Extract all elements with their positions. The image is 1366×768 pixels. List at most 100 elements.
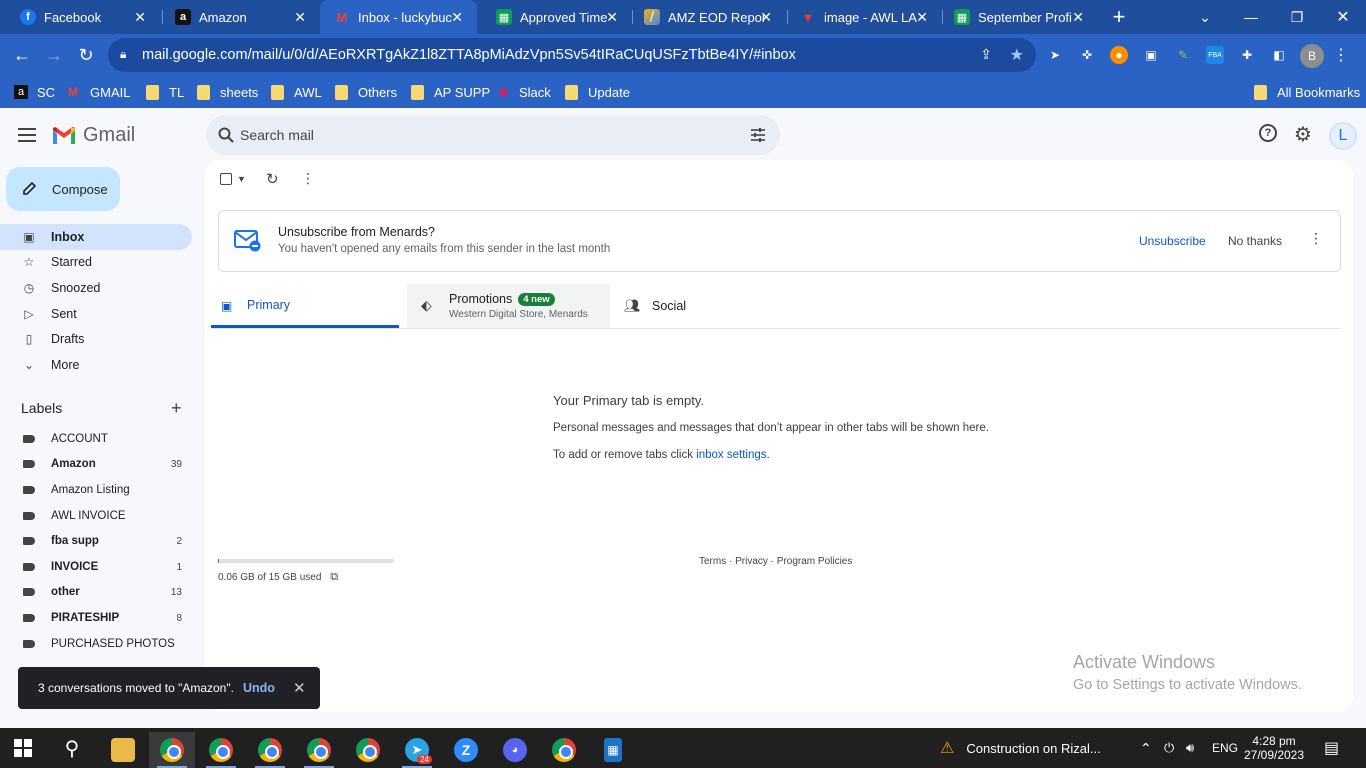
bookmark-update[interactable]: Update bbox=[565, 82, 630, 102]
reload-icon[interactable]: ↻ bbox=[73, 42, 99, 68]
restore-icon[interactable]: ❐ bbox=[1274, 0, 1320, 34]
label-item[interactable]: ACCOUNT bbox=[0, 429, 192, 449]
close-icon[interactable]: ✕ bbox=[451, 9, 463, 26]
chrome-profile-j2-icon[interactable] bbox=[296, 732, 342, 768]
footer-links[interactable]: Terms · Privacy · Program Policies bbox=[699, 556, 852, 567]
close-icon[interactable]: ✕ bbox=[294, 9, 306, 26]
nav-more[interactable]: ⌄ More bbox=[0, 352, 192, 378]
label-item[interactable]: Amazon Listing bbox=[0, 480, 192, 500]
extensions-icon[interactable]: ✚ bbox=[1238, 46, 1256, 64]
banner-more-icon[interactable]: ⋮ bbox=[1309, 230, 1323, 247]
label-item[interactable]: AWL INVOICE bbox=[0, 506, 192, 526]
tab-inbox[interactable]: M Inbox - luckybuc ✕ bbox=[320, 0, 477, 34]
tab-amz-eod[interactable]: ⧸ AMZ EOD Repor ✕ bbox=[624, 0, 786, 34]
inbox-settings-link[interactable]: inbox settings bbox=[696, 449, 766, 461]
search-input[interactable]: Search mail bbox=[240, 127, 314, 143]
chrome-profile-m-icon[interactable] bbox=[247, 732, 293, 768]
search-options-icon[interactable] bbox=[750, 127, 766, 143]
label-item[interactable]: PIRATESHIP 8 bbox=[0, 608, 192, 628]
label-item[interactable]: INVOICE 1 bbox=[0, 557, 192, 577]
windows-start-icon[interactable] bbox=[0, 728, 46, 768]
tab-september-profit[interactable]: ▦ September Profi ✕ bbox=[934, 0, 1098, 34]
close-icon[interactable]: ✕ bbox=[134, 9, 146, 26]
forward-icon[interactable]: → bbox=[41, 42, 67, 68]
minimize-icon[interactable]: — bbox=[1228, 0, 1274, 34]
calculator-app-icon[interactable]: ▦ bbox=[590, 732, 636, 768]
account-avatar[interactable]: L bbox=[1329, 122, 1357, 150]
side-panel-icon[interactable]: ◧ bbox=[1270, 46, 1288, 64]
telegram-app-icon[interactable]: ➤ 24 bbox=[394, 732, 440, 768]
back-icon[interactable]: ← bbox=[9, 42, 35, 68]
tab-facebook[interactable]: f Facebook ✕ bbox=[0, 0, 160, 34]
more-options-icon[interactable]: ⋮ bbox=[301, 170, 315, 187]
zoom-app-icon[interactable]: Z bbox=[443, 732, 489, 768]
tab-promotions[interactable]: ⬖ Promotions 4 new Western Digital Store… bbox=[407, 284, 610, 328]
bookmark-ap-supp[interactable]: AP SUPP bbox=[411, 82, 490, 102]
new-tab-button[interactable]: + bbox=[1096, 0, 1142, 34]
all-bookmarks[interactable]: All Bookmarks bbox=[1254, 82, 1360, 102]
undo-button[interactable]: Undo bbox=[243, 681, 275, 695]
menu-icon[interactable]: ⋮ bbox=[1332, 46, 1350, 64]
tab-primary[interactable]: ▣ Primary bbox=[211, 284, 399, 328]
chrome-app-2-icon[interactable] bbox=[345, 732, 391, 768]
bookmark-others[interactable]: Others bbox=[335, 82, 397, 102]
tab-approved-time[interactable]: ▦ Approved Time ✕ bbox=[476, 0, 632, 34]
refresh-icon[interactable]: ↻ bbox=[266, 170, 279, 188]
tab-amazon[interactable]: a Amazon ✕ bbox=[155, 0, 320, 34]
gmail-logo[interactable]: Gmail bbox=[51, 124, 135, 147]
search-bar[interactable]: Search mail bbox=[206, 115, 780, 155]
add-label-icon[interactable]: + bbox=[171, 398, 182, 419]
bookmark-tl[interactable]: TL bbox=[146, 82, 184, 102]
search-icon[interactable]: ⚲ bbox=[49, 728, 95, 768]
window-close-icon[interactable]: ✕ bbox=[1320, 0, 1366, 34]
bookmark-sc[interactable]: a SC bbox=[14, 82, 55, 102]
help-icon[interactable]: ? bbox=[1259, 124, 1277, 142]
label-item[interactable]: other 13 bbox=[0, 582, 192, 602]
bookmark-slack[interactable]: ✱ Slack bbox=[498, 82, 551, 102]
tab-search-icon[interactable]: ⌄ bbox=[1182, 0, 1228, 34]
search-icon[interactable] bbox=[218, 127, 234, 143]
bookmark-awl[interactable]: AWL bbox=[271, 82, 322, 102]
close-icon[interactable]: ✕ bbox=[1072, 9, 1084, 26]
discord-app-icon[interactable]: ◕ bbox=[492, 732, 538, 768]
volume-icon[interactable]: 🔊︎ bbox=[1186, 728, 1194, 768]
profile-avatar[interactable]: B bbox=[1300, 44, 1324, 68]
extension-dropper-icon[interactable]: ✎ bbox=[1174, 46, 1192, 64]
select-checkbox[interactable] bbox=[220, 173, 232, 185]
extension-puzzle-blue-icon[interactable]: ✜ bbox=[1078, 46, 1096, 64]
open-external-icon[interactable]: ⧉ bbox=[330, 571, 338, 583]
select-dropdown-icon[interactable]: ▼ bbox=[237, 174, 246, 184]
compose-button[interactable]: Compose bbox=[6, 167, 120, 211]
nav-starred[interactable]: ☆ Starred bbox=[0, 249, 192, 275]
main-menu-icon[interactable] bbox=[18, 126, 38, 142]
extension-orange-icon[interactable]: ● bbox=[1110, 46, 1128, 64]
bookmark-star-icon[interactable]: ★ bbox=[1010, 45, 1024, 65]
label-item[interactable]: PURCHASED PHOTOS bbox=[0, 634, 192, 654]
share-icon[interactable]: ⇪ bbox=[980, 46, 992, 63]
nav-inbox[interactable]: ▣ Inbox bbox=[0, 224, 192, 250]
language-indicator[interactable]: ENG bbox=[1212, 728, 1238, 768]
extension-arrow-icon[interactable]: ➤ bbox=[1046, 46, 1064, 64]
label-item[interactable]: fba supp 2 bbox=[0, 531, 192, 551]
bookmark-sheets[interactable]: sheets bbox=[197, 82, 258, 102]
nav-drafts[interactable]: ▯ Drafts bbox=[0, 326, 192, 352]
tab-social[interactable]: 👥︎ Social bbox=[610, 284, 810, 328]
tray-overflow-icon[interactable]: ⌃ bbox=[1140, 728, 1152, 768]
clock[interactable]: 4:28 pm 27/09/2023 bbox=[1244, 728, 1304, 768]
unsubscribe-button[interactable]: Unsubscribe bbox=[1139, 234, 1206, 248]
explorer-app-icon[interactable] bbox=[100, 732, 146, 768]
close-icon[interactable]: ✕ bbox=[760, 9, 772, 26]
chrome-profile-j-icon[interactable] bbox=[198, 732, 244, 768]
close-icon[interactable]: ✕ bbox=[916, 9, 928, 26]
chrome-app-3-icon[interactable] bbox=[541, 732, 587, 768]
label-item[interactable]: Amazon 39 bbox=[0, 454, 192, 474]
address-bar[interactable]: 🔒︎ mail.google.com/mail/u/0/d/AEoRXRTgAk… bbox=[108, 38, 1036, 72]
chrome-app-icon[interactable] bbox=[149, 732, 195, 768]
tab-image-awl[interactable]: ▼ image - AWL LA ✕ bbox=[780, 0, 942, 34]
bookmark-gmail[interactable]: M GMAIL bbox=[68, 82, 130, 102]
network-icon[interactable]: ⏻︎ bbox=[1164, 728, 1174, 768]
nav-sent[interactable]: ▷ Sent bbox=[0, 301, 192, 327]
no-thanks-button[interactable]: No thanks bbox=[1228, 234, 1282, 248]
nav-snoozed[interactable]: ◷ Snoozed bbox=[0, 275, 192, 301]
extension-camera-icon[interactable]: ▣ bbox=[1142, 46, 1160, 64]
